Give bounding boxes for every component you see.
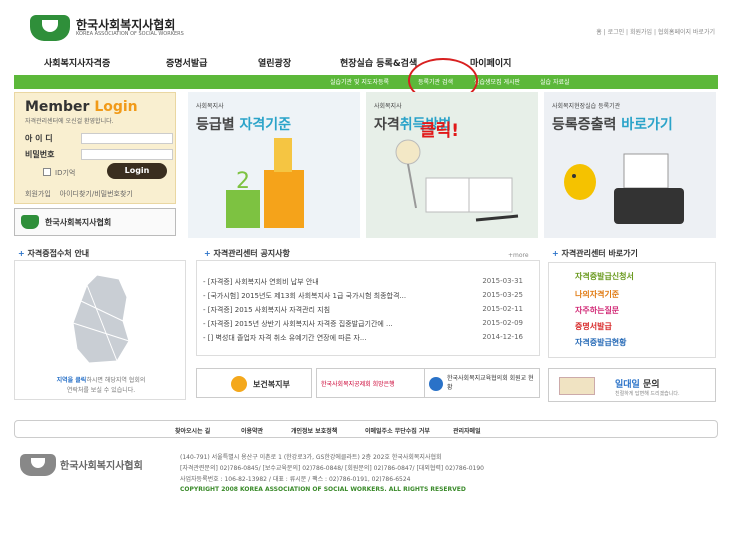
side-logo-banner[interactable]: 한국사회복지사협회 [14,208,176,236]
footer-link-admin-mail[interactable]: 관리자메일 [453,426,481,435]
map-caption: 지역을 클릭하시면 해당지역 협회의 [56,377,146,384]
password-input[interactable] [81,149,173,160]
nav-item-mypage[interactable]: 마이페이지 [470,56,511,69]
side-logo-text: 한국사회복지사협회 [45,218,112,227]
find-account-link[interactable]: 아이디찾기/비밀번호찾기 [60,190,133,198]
partner-hope-bank[interactable]: 한국사회복지공제회 희망은행 [316,368,432,398]
login-subtitle: 자격관리센터에 오신걸 환영합니다. [25,118,114,125]
banner-small-label: 사회복지현장실습 등록기관 [552,103,621,110]
quick-links-panel: 자격증발급신청서 나의자격기준 자주하는질문 증명서발급 자격증발급현황 [548,262,716,358]
footer-link-directions[interactable]: 찾아오시는 길 [175,426,210,435]
one-to-one-inquiry[interactable]: 일대일 문의 친절하게 답변해 드리겠습니다. [548,368,716,402]
side-logo-icon [21,215,39,229]
banner-small-label: 사회복지사 [374,103,402,110]
page: 한국사회복지사협회 KOREA ASSOCIATION OF SOCIAL WO… [0,0,743,557]
quick-link-certificate[interactable]: 증명서발급 [575,321,612,332]
council-logo-icon [429,377,443,391]
quick-link-status[interactable]: 자격증발급현황 [575,337,627,348]
login-button[interactable]: Login [107,163,167,179]
banner-small-label: 사회복지사 [196,103,224,110]
notice-item[interactable]: - [] 벽성대 졸업자 자격 취소 유예기간 연장에 따른 자... 2014-… [203,333,533,343]
login-panel: Member Login 자격관리센터에 오신걸 환영합니다. 아 이 디 비밀… [14,92,176,204]
remember-label: ID기억 [55,169,76,177]
footer-business-info: 사업자등록번호 : 106-82-13982 / 대표 : 류시문 / 팩스 :… [180,476,411,483]
banner-big-label: 등록증출력 바로가기 [552,117,673,133]
partner-education-council[interactable]: 한국사회복지교육협의회 회원교 현황 [424,368,540,398]
notice-item[interactable]: - [자격증] 사회복지사 연회비 납부 안내 2015-03-31 [203,277,533,287]
nav-item-practice[interactable]: 현장실습 등록&검색 [340,56,417,69]
id-input[interactable] [81,133,173,144]
nav-item-open-square[interactable]: 열린광장 [258,56,291,69]
notice-item[interactable]: - [자격증] 2015 사회복지사 자격관리 지침 2015-02-11 [203,305,533,315]
book-icon [559,377,595,395]
join-link[interactable]: 회원가입 [25,190,51,198]
org-logo-icon[interactable] [30,15,70,41]
inquiry-title: 일대일 문의 [615,380,660,390]
footer-address: (140-791) 서울특별시 용산구 이촌로 1 (한강로3가, GS한강에클… [180,454,442,461]
nav-item-document[interactable]: 증명서발급 [166,56,207,69]
korea-map-icon[interactable] [67,271,137,367]
banner-acquire-method[interactable]: 사회복지사 자격취득방법 [366,92,538,238]
quick-link-faq[interactable]: 자주하는질문 [575,305,619,316]
banner-grade-criteria[interactable]: 사회복지사 등급별 자격기준 2 [188,92,360,238]
notice-more-link[interactable]: +more [508,252,529,259]
subnav-item-register[interactable]: 실습기관 및 지도자등록 [330,77,389,86]
inquiry-subtitle: 친절하게 답변해 드리겠습니다. [615,391,680,397]
banner-big-label: 등급별 자격기준 [196,117,292,133]
footer-logo-icon [20,454,56,476]
quick-section-title: 자격관리센터 바로가기 [552,248,638,259]
id-label: 아 이 디 [25,134,53,143]
main-nav: 사회복지사자격증 증명서발급 열린광장 현장실습 등록&검색 마이페이지 [14,49,718,75]
footer-link-email-policy[interactable]: 이메일주소 무단수집 거부 [365,426,430,435]
login-links: 회원가입 아이디찾기/비밀번호찾기 [25,189,133,199]
subnav-item-recruit[interactable]: 실습생모집 게시판 [474,77,520,86]
partner-label: 한국사회복지공제회 희망은행 [321,381,395,388]
region-map-panel: 지역을 클릭하시면 해당지역 협회의 연락처를 보실 수 있습니다. [14,260,186,400]
notice-item[interactable]: - [국가시험] 2015년도 제13회 사회복지사 1급 국가시험 최종합격.… [203,291,533,301]
subnav-item-resources[interactable]: 실습 자료실 [540,77,570,86]
footer-link-terms[interactable]: 이용약관 [241,426,263,435]
notice-list: - [자격증] 사회복지사 연회비 납부 안내 2015-03-31 - [국가시… [196,260,540,356]
map-section-title: 자격증접수처 안내 [18,248,90,259]
book-lamp-icon [395,139,519,222]
partner-label: 한국사회복지교육협의회 회원교 현황 [447,375,534,391]
footer-copyright: COPYRIGHT 2008 KOREA ASSOCIATION OF SOCI… [180,486,466,493]
footer-nav: 찾아오시는 길 이용약관 개인정보 보호정책 이메일주소 무단수집 거부 관리자… [14,420,718,438]
nav-item-certificate[interactable]: 사회복지사자격증 [44,56,110,69]
footer-phones: [자격관련문의] 02)786-0845/ [보수교육문의] 02)786-08… [180,465,484,472]
quick-link-my-criteria[interactable]: 나의자격기준 [575,289,619,300]
click-annotation: 클릭! [420,121,460,141]
partner-mohw[interactable]: 보건복지부 [196,368,312,398]
footer-link-privacy[interactable]: 개인정보 보호정책 [291,426,337,435]
ranking-podium-icon: 2 [226,138,304,228]
banner-certificate-print[interactable]: 사회복지현장실습 등록기관 등록증출력 바로가기 [544,92,716,238]
mohw-logo-icon [231,376,247,392]
partner-label: 보건복지부 [253,380,290,389]
org-name-en: KOREA ASSOCIATION OF SOCIAL WORKERS [76,31,184,37]
sub-nav: 실습기관 및 지도자등록 등록기관 검색 실습생모집 게시판 실습 자료실 [14,75,718,89]
footer-org-name: 한국사회복지사협회 [60,461,143,472]
map-caption-2: 연락처를 보실 수 있습니다. [66,387,136,394]
quick-link-application[interactable]: 자격증발급신청서 [575,271,634,282]
login-title: Member Login [25,99,138,115]
remember-checkbox[interactable] [43,168,51,176]
svg-text:2: 2 [236,169,250,194]
printer-icon [564,153,684,224]
password-label: 비밀번호 [25,150,55,159]
notice-section-title: 자격관리센터 공지사항 [204,248,290,259]
top-links[interactable]: 홈 | 로그인 | 회원가입 | 협회홈페이지 바로가기 [596,27,715,36]
notice-item[interactable]: - [자격증] 2015년 상반기 사회복지사 자격증 집중발급기간에 ... 2… [203,319,533,329]
